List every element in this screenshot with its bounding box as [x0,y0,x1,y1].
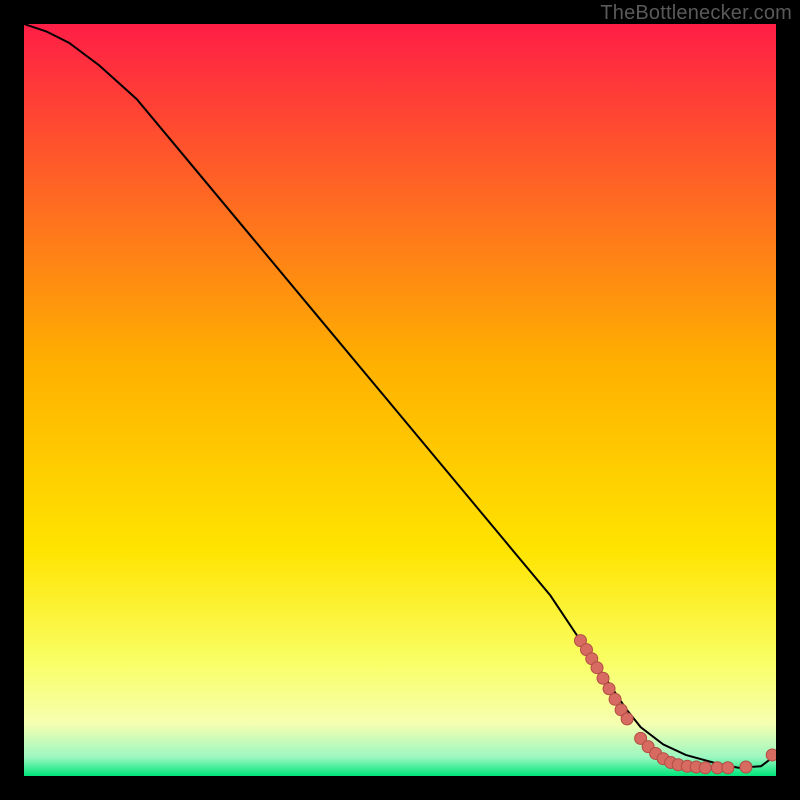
plot-svg [24,24,776,776]
data-marker [722,762,734,774]
plot-area [24,24,776,776]
data-marker [597,672,609,684]
gradient-background [24,24,776,776]
data-marker [603,683,615,695]
data-marker [766,749,776,761]
data-marker [621,713,633,725]
attribution-watermark: TheBottlenecker.com [600,2,792,25]
data-marker [591,662,603,674]
data-marker [740,761,752,773]
data-marker [609,693,621,705]
chart-stage: TheBottlenecker.com [0,0,800,800]
data-marker [699,762,711,774]
